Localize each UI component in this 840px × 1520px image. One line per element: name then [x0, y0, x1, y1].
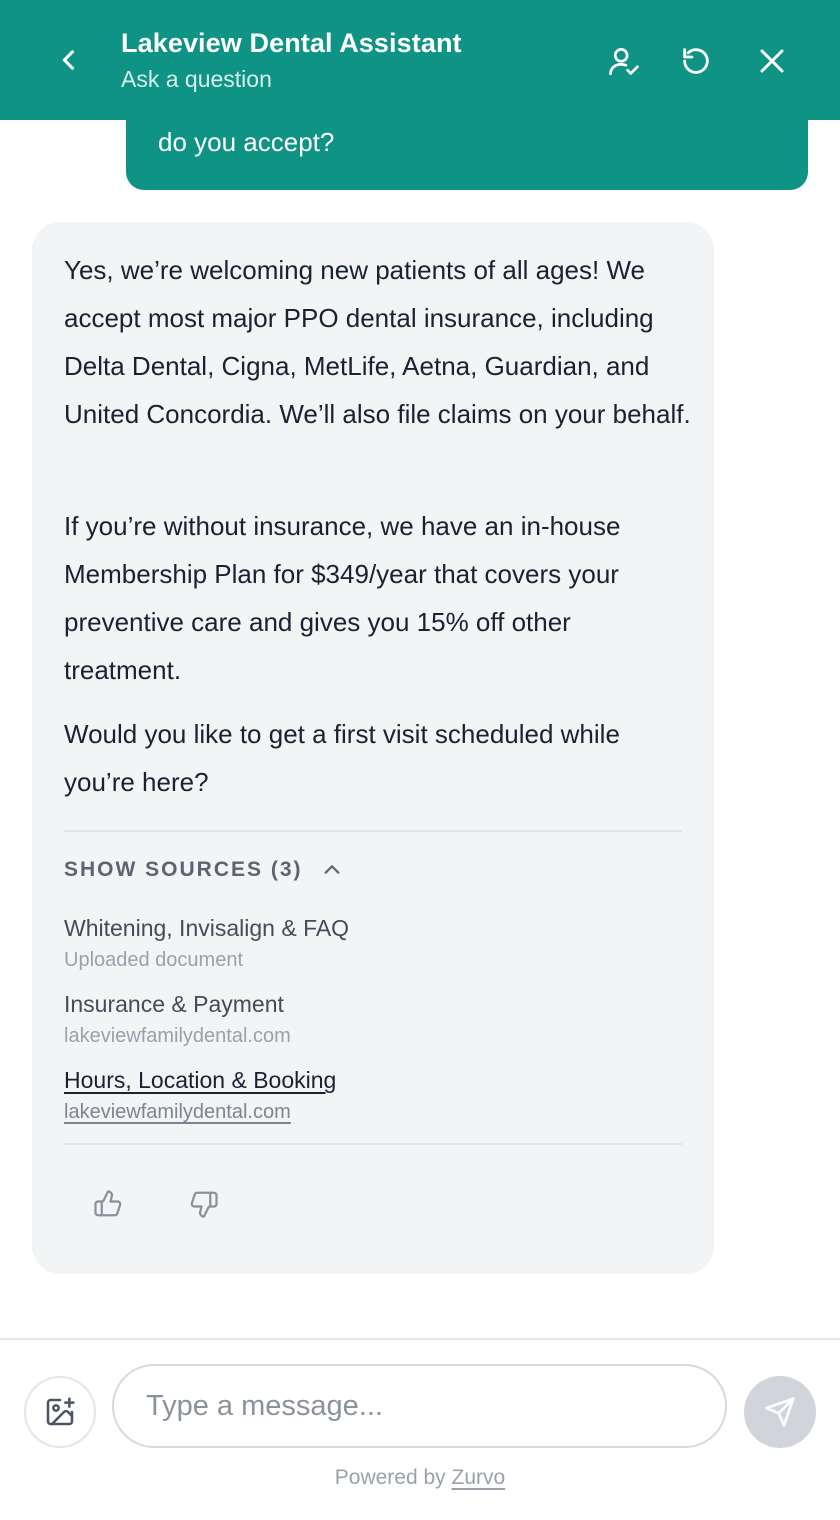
chevron-up-icon: [321, 859, 343, 881]
image-plus-icon: [46, 1397, 75, 1426]
composer-divider: [0, 1338, 840, 1340]
chat-title: Lakeview Dental Assistant: [121, 28, 462, 58]
assistant-message-bubble: Yes, we’re welcoming new patients of all…: [32, 222, 714, 1274]
attach-image-button[interactable]: [24, 1376, 96, 1448]
source-item: Insurance & Payment lakeviewfamilydental…: [64, 988, 291, 1050]
send-icon: [765, 1397, 795, 1427]
send-button[interactable]: [744, 1376, 816, 1448]
chat-header: Lakeview Dental Assistant Ask a question: [0, 0, 840, 120]
user-check-icon: [609, 48, 639, 76]
source-title[interactable]: Hours, Location & Booking: [64, 1064, 336, 1096]
talk-to-agent-button[interactable]: [601, 38, 647, 84]
source-link[interactable]: Hours, Location & Booking lakeviewfamily…: [64, 1064, 336, 1126]
source-subtitle: Uploaded document: [64, 949, 244, 971]
show-sources-toggle[interactable]: SHOW SOURCES (3): [64, 858, 343, 882]
source-item: Whitening, Invisalign & FAQ Uploaded doc…: [64, 912, 349, 974]
reset-chat-button[interactable]: [673, 38, 719, 84]
source-title: Insurance & Payment: [64, 991, 284, 1017]
chevron-left-icon: [62, 50, 75, 70]
source-subtitle[interactable]: lakeviewfamilydental.com: [64, 1098, 336, 1126]
thumbs-up-icon: [94, 1190, 122, 1217]
user-message-text: do you accept?: [158, 127, 335, 157]
divider: [64, 830, 682, 832]
powered-by-label: Powered by: [334, 1466, 446, 1489]
close-chat-button[interactable]: [749, 38, 795, 84]
divider: [64, 1143, 682, 1145]
source-subtitle: lakeviewfamilydental.com: [64, 1025, 291, 1047]
thumbs-down-button[interactable]: [182, 1182, 226, 1226]
assistant-paragraph: Would you like to get a first visit sche…: [64, 719, 620, 797]
thumbs-down-icon: [190, 1191, 218, 1218]
powered-by: Powered by Zurvo: [0, 1466, 840, 1490]
close-icon: [760, 49, 784, 73]
brand-link[interactable]: Zurvo: [452, 1466, 506, 1489]
thumbs-up-button[interactable]: [86, 1182, 130, 1226]
back-button[interactable]: [48, 38, 90, 82]
sources-label: SHOW SOURCES (3): [64, 858, 303, 881]
assistant-paragraph: If you’re without insurance, we have an …: [64, 511, 621, 685]
refresh-icon: [683, 48, 709, 74]
message-input[interactable]: [112, 1364, 727, 1448]
chat-subtitle: Ask a question: [121, 66, 272, 92]
assistant-paragraph: Yes, we’re welcoming new patients of all…: [64, 255, 691, 429]
source-title: Whitening, Invisalign & FAQ: [64, 915, 350, 941]
